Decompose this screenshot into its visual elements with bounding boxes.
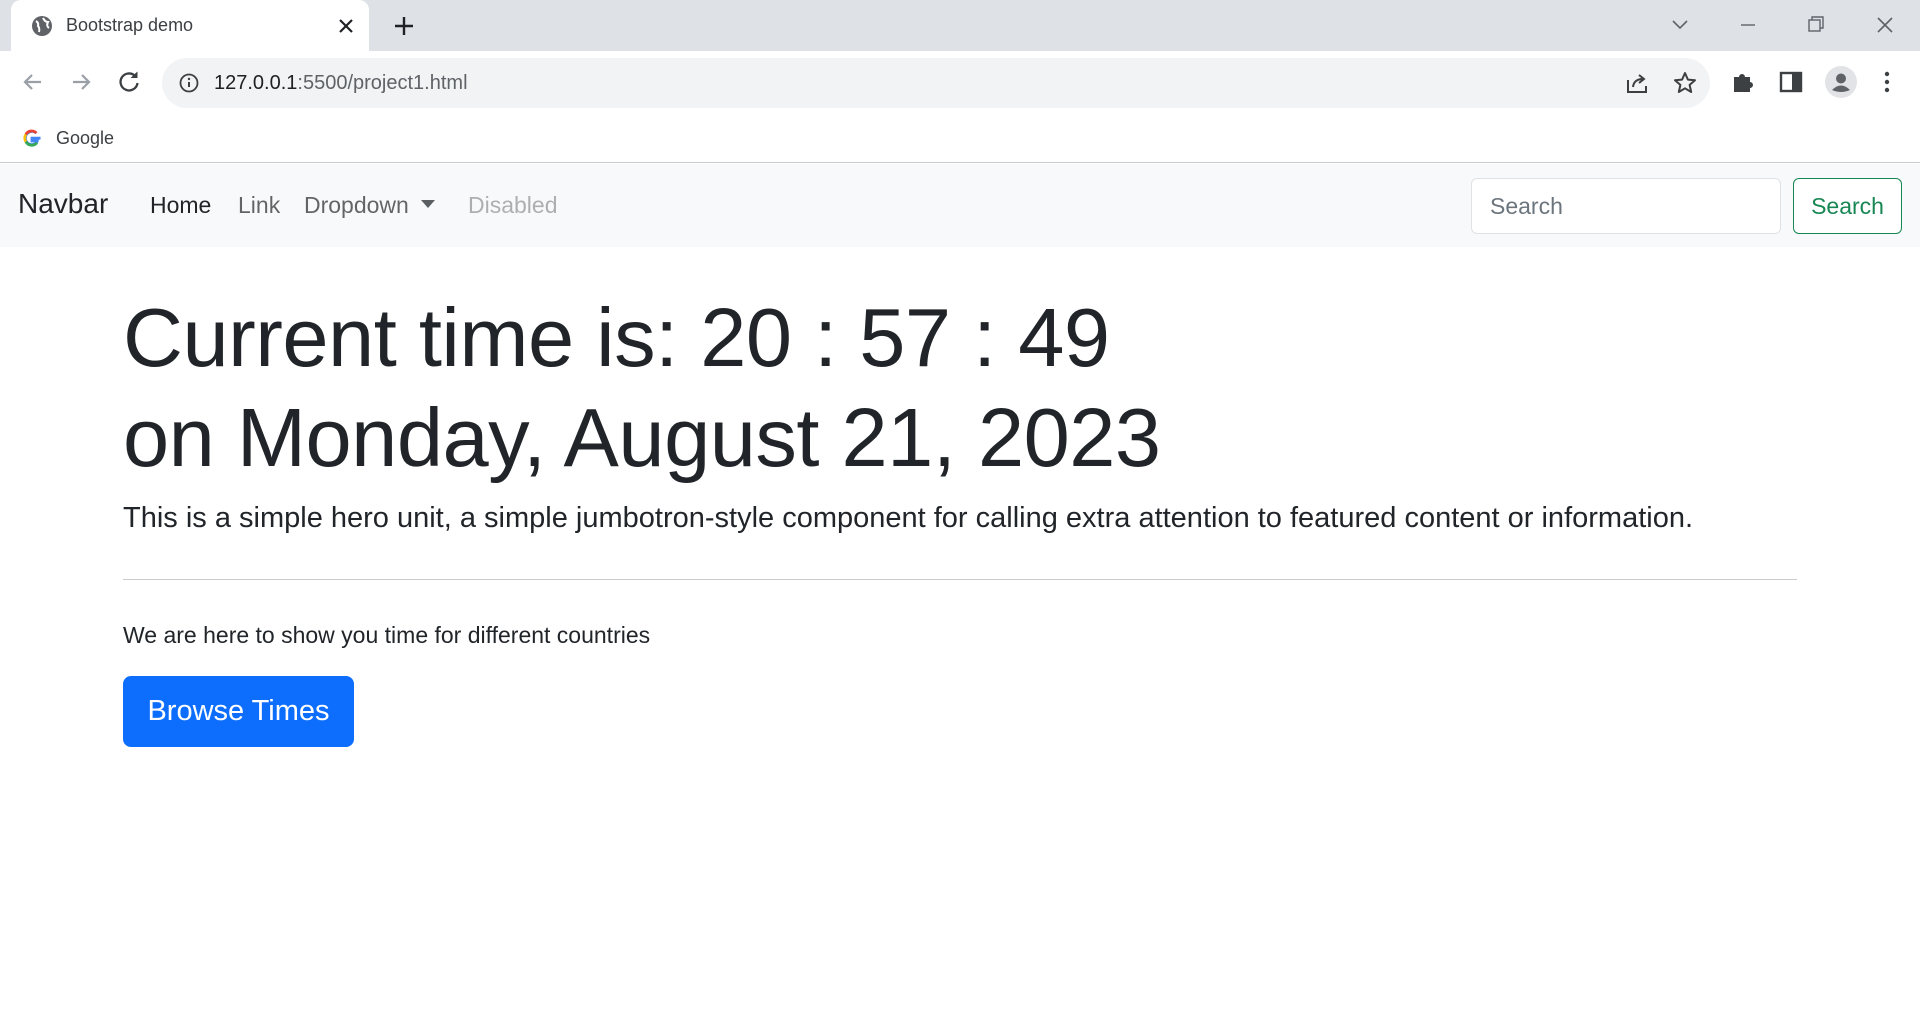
extensions-icon[interactable] <box>1729 68 1757 96</box>
nav-dropdown[interactable]: Dropdown <box>304 192 435 219</box>
nav-link-home[interactable]: Home <box>150 192 211 219</box>
minimize-icon[interactable] <box>1733 10 1763 40</box>
nav-dropdown-label: Dropdown <box>304 192 409 218</box>
description-text: We are here to show you time for differe… <box>123 622 651 648</box>
tab-strip: Bootstrap demo <box>0 0 1920 51</box>
plus-icon[interactable] <box>390 12 418 40</box>
star-icon[interactable] <box>1672 70 1698 96</box>
navbar: Navbar Home Link Dropdown Disabled Searc… <box>0 164 1920 247</box>
browser-tab[interactable]: Bootstrap demo <box>11 0 369 51</box>
search-button[interactable]: Search <box>1793 178 1902 234</box>
web-page: Navbar Home Link Dropdown Disabled Searc… <box>0 164 1920 1020</box>
url-host: 127.0.0.1 <box>214 72 298 94</box>
current-date-heading: on Monday, August 21, 2023 <box>123 391 1161 484</box>
google-icon <box>23 129 41 147</box>
caret-down-icon <box>420 200 435 208</box>
close-icon[interactable] <box>334 14 358 38</box>
hero-section: Current time is: 20 : 57 : 49 on Monday,… <box>123 288 1797 535</box>
divider <box>123 579 1797 580</box>
menu-icon[interactable] <box>1873 68 1901 96</box>
nav-link-disabled: Disabled <box>468 192 558 218</box>
globe-icon <box>32 16 52 36</box>
tab-title: Bootstrap demo <box>66 15 194 35</box>
profile-icon[interactable] <box>1825 66 1857 98</box>
bookmark-google[interactable]: Google <box>22 126 114 150</box>
chevron-down-icon[interactable] <box>1665 10 1695 40</box>
address-bar[interactable]: 127.0.0.1:5500/project1.html <box>162 58 1710 108</box>
share-icon[interactable] <box>1624 70 1650 96</box>
back-icon[interactable] <box>19 68 47 96</box>
url-text[interactable]: 127.0.0.1:5500/project1.html <box>214 72 468 95</box>
bookmark-google-label: Google <box>56 127 115 148</box>
forward-icon[interactable] <box>67 68 95 96</box>
navbar-brand[interactable]: Navbar <box>18 188 108 220</box>
current-time-heading: Current time is: 20 : 57 : 49 <box>123 291 1110 384</box>
restore-icon[interactable] <box>1801 10 1831 40</box>
reload-icon[interactable] <box>115 68 143 96</box>
search-input[interactable] <box>1471 178 1781 234</box>
bookmarks-bar: Google <box>0 114 1920 163</box>
info-icon[interactable] <box>178 72 200 94</box>
window-close-icon[interactable] <box>1870 10 1900 40</box>
browse-times-button[interactable]: Browse Times <box>123 676 354 747</box>
browser-toolbar: 127.0.0.1:5500/project1.html <box>0 51 1920 114</box>
side-panel-icon[interactable] <box>1777 68 1805 96</box>
nav-link-link[interactable]: Link <box>238 192 280 219</box>
url-path: :5500/project1.html <box>297 72 468 94</box>
lead-text: This is a simple hero unit, a simple jum… <box>123 502 1694 534</box>
